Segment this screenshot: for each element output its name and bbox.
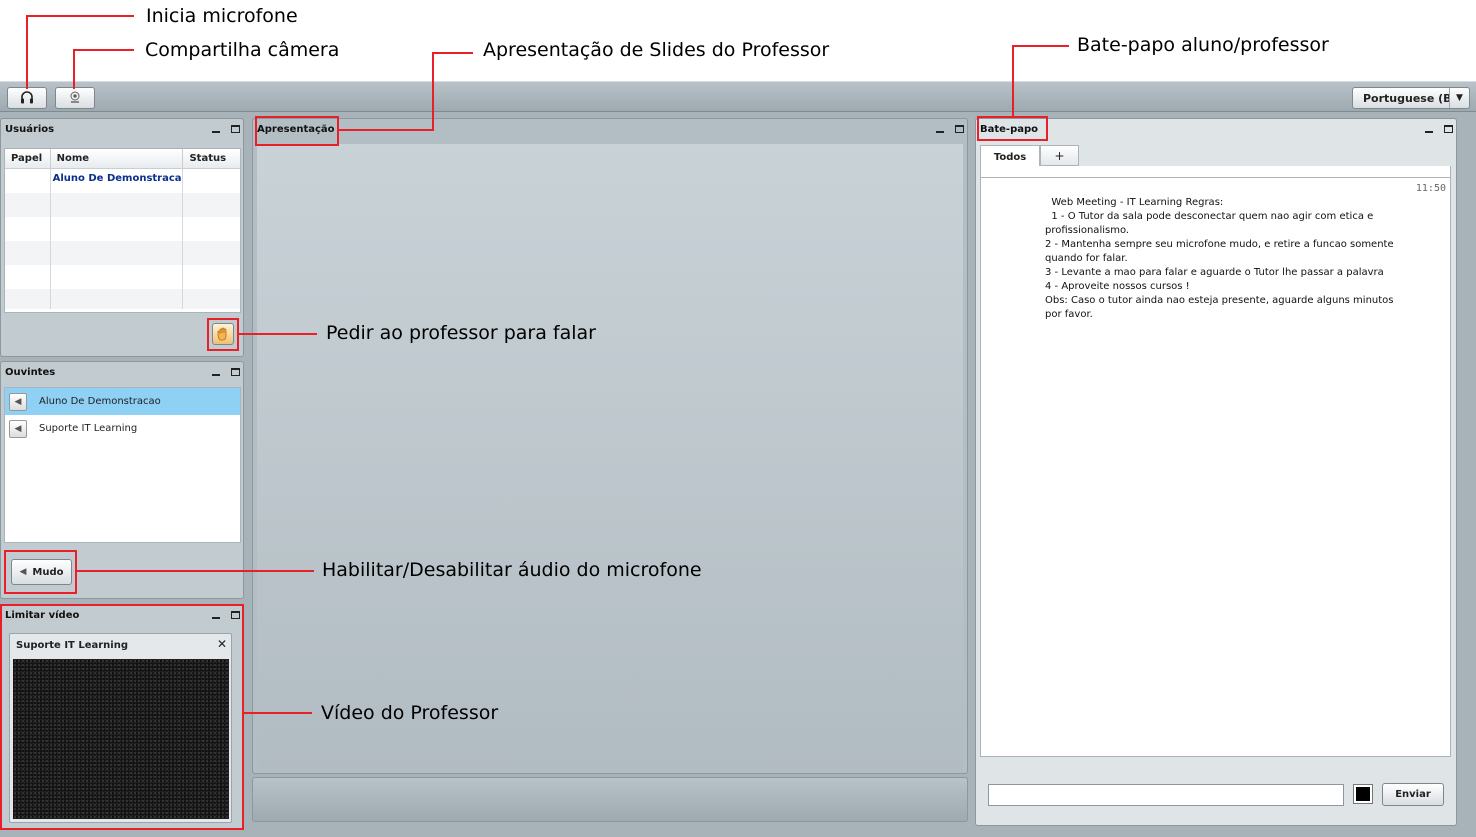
annotation-mute: Habilitar/Desabilitar áudio do microfone [322,559,702,581]
cell-status [183,169,240,193]
column-nome[interactable]: Nome [51,149,184,168]
slide-area [257,144,963,771]
users-table-header: Papel Nome Status [5,149,240,169]
minimize-icon[interactable] [1425,131,1433,133]
chat-message: Web Meeting - IT Learning Regras: 1 - O … [1045,197,1394,320]
tab-todos[interactable]: Todos [980,145,1040,168]
annotation-slides: Apresentação de Slides do Professor [483,39,830,61]
annotation-mic: Inicia microfone [146,5,298,27]
annotation-chat: Bate-papo aluno/professor [1077,34,1329,56]
annotation-raise-hand: Pedir ao professor para falar [326,322,596,344]
camera-button[interactable] [55,87,95,109]
annotation-box-raise-hand [207,318,239,351]
message-time: 11:50 [1415,183,1446,194]
annotation-box-video [0,604,244,830]
tab-add[interactable]: + [1040,145,1079,166]
annotation-box-chat [977,116,1048,141]
listener-name: Aluno De Demonstracao [39,396,161,407]
list-item[interactable]: ◀ Aluno De Demonstracao [5,388,240,415]
maximize-icon[interactable] [231,368,240,376]
send-button[interactable]: Enviar [1382,783,1444,806]
annotation-camera: Compartilha câmera [145,39,340,61]
column-status[interactable]: Status [183,149,240,168]
list-item[interactable]: ◀ Suporte IT Learning [5,415,240,442]
users-panel-title: Usuários [5,124,55,135]
microphone-button[interactable] [7,87,47,109]
chat-messages: 11:50 Web Meeting - IT Learning Regras: … [980,177,1451,757]
minimize-icon[interactable] [212,374,220,376]
color-swatch [1356,787,1370,801]
chat-input[interactable] [988,784,1344,806]
cell-nome: Aluno De Demonstraca [51,169,184,193]
maximize-icon[interactable] [231,125,240,133]
listeners-panel-title: Ouvintes [5,367,56,378]
listener-name: Suporte IT Learning [39,423,138,434]
minimize-icon[interactable] [212,131,220,133]
chevron-down-icon: ▼ [1449,88,1469,108]
table-row [5,193,240,217]
language-select[interactable]: Portuguese (B ▼ [1352,87,1470,109]
maximize-icon[interactable] [955,125,964,133]
language-select-value: Portuguese (B [1363,91,1449,105]
color-picker[interactable] [1353,784,1373,804]
headset-icon [21,91,33,104]
maximize-icon[interactable] [1444,125,1453,133]
table-row [5,289,240,309]
table-row [5,265,240,289]
table-row [5,241,240,265]
table-row[interactable]: Aluno De Demonstraca [5,169,240,193]
presentation-controls-bar [252,777,968,822]
annotation-box-mute [4,550,77,594]
minimize-icon[interactable] [936,131,944,133]
cell-papel [5,169,51,193]
table-row [5,217,240,241]
top-toolbar: Portuguese (B ▼ [0,81,1476,112]
column-papel[interactable]: Papel [5,149,51,168]
users-table: Papel Nome Status Aluno De Demonstraca [4,148,241,313]
presentation-panel: Apresentação [252,118,968,774]
webcam-icon [70,91,80,103]
annotation-video: Vídeo do Professor [321,702,499,724]
annotation-box-presentation [255,116,339,146]
speaker-icon: ◀ [9,419,27,438]
listeners-list: ◀ Aluno De Demonstracao ◀ Suporte IT Lea… [4,387,241,543]
speaker-icon: ◀ [9,392,27,411]
chat-panel: Bate-papo Todos + 11:50 Web Meeting - IT… [975,118,1457,826]
